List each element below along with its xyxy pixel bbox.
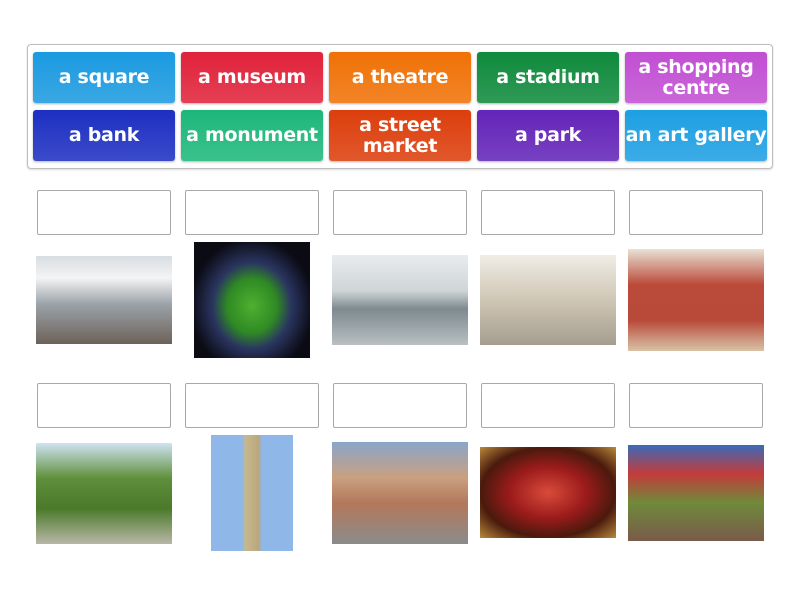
tile-label: a bank [68, 124, 140, 146]
drop-slot[interactable] [37, 383, 171, 428]
drop-slot[interactable] [37, 190, 171, 235]
tile-a-theatre[interactable]: a theatre [329, 52, 471, 103]
tile-label: a street market [359, 113, 441, 157]
tile-label: an art gallery [625, 124, 767, 146]
tile-a-street-market[interactable]: a street market [329, 110, 471, 161]
stadium-photo [194, 242, 310, 358]
tile-a-stadium[interactable]: a stadium [477, 52, 619, 103]
drop-slot[interactable] [185, 383, 319, 428]
theatre-photo [480, 447, 616, 538]
street-market-photo [628, 445, 764, 541]
drop-slot[interactable] [629, 190, 763, 235]
tile-a-bank[interactable]: a bank [33, 110, 175, 161]
drop-slot[interactable] [333, 190, 467, 235]
tile-a-shopping-centre[interactable]: a shopping centre [625, 52, 767, 103]
square-photo [332, 442, 468, 544]
park-photo [36, 443, 172, 544]
tile-label: a museum [198, 66, 306, 88]
tile-label: a park [514, 124, 582, 146]
tile-a-monument[interactable]: a monument [181, 110, 323, 161]
monument-photo [211, 435, 293, 551]
drop-slot[interactable] [481, 383, 615, 428]
art-gallery-photo [628, 249, 764, 351]
drop-slot[interactable] [185, 190, 319, 235]
drop-slot[interactable] [629, 383, 763, 428]
tile-label: a shopping centre [638, 55, 754, 99]
shopping-centre-photo [36, 256, 172, 344]
drop-slot[interactable] [481, 190, 615, 235]
bank-photo [332, 255, 468, 345]
tile-a-park[interactable]: a park [477, 110, 619, 161]
tile-label: a square [58, 66, 150, 88]
tile-an-art-gallery[interactable]: an art gallery [625, 110, 767, 161]
museum-photo [480, 255, 616, 345]
tile-label: a stadium [496, 66, 600, 88]
tile-label: a theatre [351, 66, 449, 88]
tile-a-square[interactable]: a square [33, 52, 175, 103]
tile-a-museum[interactable]: a museum [181, 52, 323, 103]
drop-slot[interactable] [333, 383, 467, 428]
tile-label: a monument [186, 124, 318, 146]
